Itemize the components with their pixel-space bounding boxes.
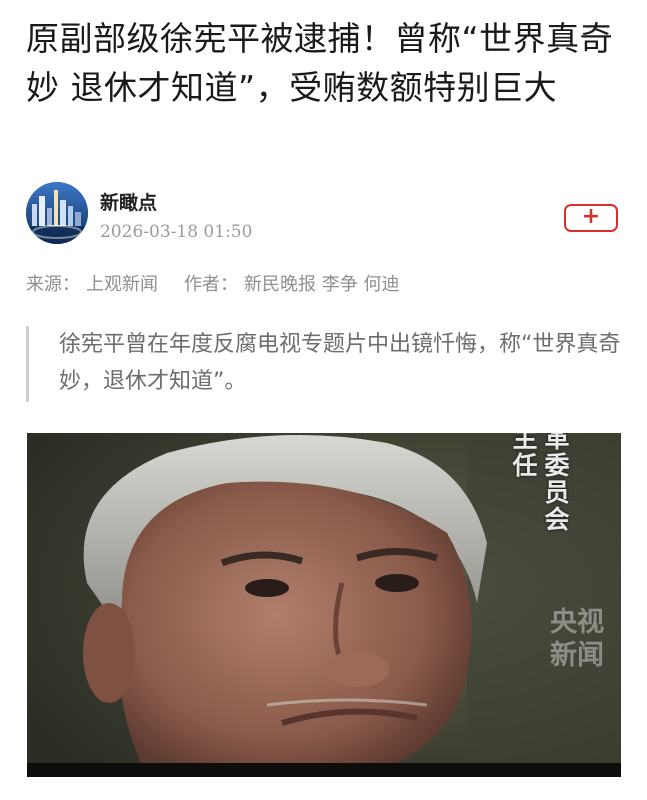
portrait-photo [27,433,621,777]
city-night-icon [26,182,88,244]
author-avatar[interactable] [26,182,88,244]
author-row: 新瞰点 2026-03-18 01:50 + [26,182,626,246]
article-summary: 徐宪平曾在年度反腐电视专题片中出镜忏悔，称“世界真奇妙，退休才知道”。 [26,326,626,402]
writer-label: 作者： [184,274,238,295]
cctv-news-watermark: 央视新闻 [550,607,604,671]
source-label: 来源： [26,274,80,295]
caption-text-2: 革委员会 [544,433,570,534]
follow-button[interactable]: + [564,204,618,232]
article-headline: 原副部级徐宪平被逮捕！曾称“世界真奇妙 退休才知道”，受贿数额特别巨大 [26,19,614,107]
post-timestamp: 2026-03-18 01:50 [100,222,253,242]
source-line: 来源： 上观新闻 作者： 新民晚报 李争 何迪 [26,270,405,296]
author-name[interactable]: 新瞰点 [100,188,157,215]
writer-value: 新民晚报 李争 何迪 [244,274,400,295]
caption-text-1: 主任 [512,433,538,480]
article-photo[interactable]: 主任 革委员会 [27,433,621,777]
source-value: 上观新闻 [86,274,158,295]
plus-icon: + [581,204,601,229]
